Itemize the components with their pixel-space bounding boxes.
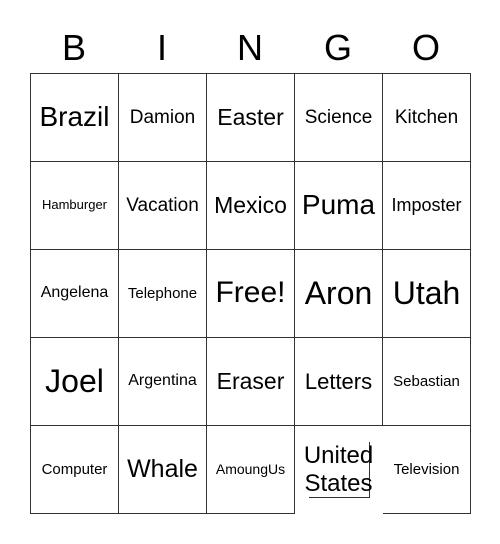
bingo-cell[interactable]: Sebastian — [383, 338, 471, 426]
header-letter: I — [156, 27, 167, 68]
bingo-cell[interactable]: Hamburger — [31, 162, 119, 250]
bingo-cell[interactable]: Whale — [119, 426, 207, 514]
bingo-cell[interactable]: Aron — [295, 250, 383, 338]
bingo-cell[interactable]: Science — [295, 74, 383, 162]
header-letter: O — [411, 27, 440, 68]
bingo-cell[interactable]: Utah — [383, 250, 471, 338]
bingo-cell[interactable]: Angelena — [31, 250, 119, 338]
bingo-cell[interactable]: United States — [304, 441, 373, 499]
bingo-cell[interactable]: Television — [383, 426, 471, 514]
bingo-cell[interactable]: Joel — [31, 338, 119, 426]
bingo-cell[interactable]: Mexico — [207, 162, 295, 250]
bingo-cell[interactable]: Free! — [207, 250, 295, 338]
bingo-cell[interactable]: Argentina — [119, 338, 207, 426]
bingo-cell[interactable]: Puma — [295, 162, 383, 250]
bingo-cell[interactable]: Imposter — [383, 162, 471, 250]
bingo-cell[interactable]: Computer — [31, 426, 119, 514]
bingo-cell[interactable]: Vacation — [119, 162, 207, 250]
header-letter: N — [237, 27, 263, 68]
bingo-cell[interactable]: Telephone — [119, 250, 207, 338]
bingo-cell[interactable]: Letters — [295, 338, 383, 426]
bingo-grid: Brazil Damion Easter Science Kitchen Hamburge… — [30, 73, 471, 514]
bingo-header: B I N G O — [30, 26, 470, 70]
header-letter: B — [61, 27, 86, 68]
bingo-cell[interactable]: Eraser — [207, 338, 295, 426]
bingo-cell[interactable]: Damion — [119, 74, 207, 162]
bingo-cell[interactable]: AmoungUs — [207, 426, 295, 514]
bingo-cell[interactable]: Kitchen — [383, 74, 471, 162]
bingo-cell[interactable]: Easter — [207, 74, 295, 162]
bingo-cell[interactable]: Brazil — [31, 74, 119, 162]
header-letter: G — [323, 27, 352, 68]
